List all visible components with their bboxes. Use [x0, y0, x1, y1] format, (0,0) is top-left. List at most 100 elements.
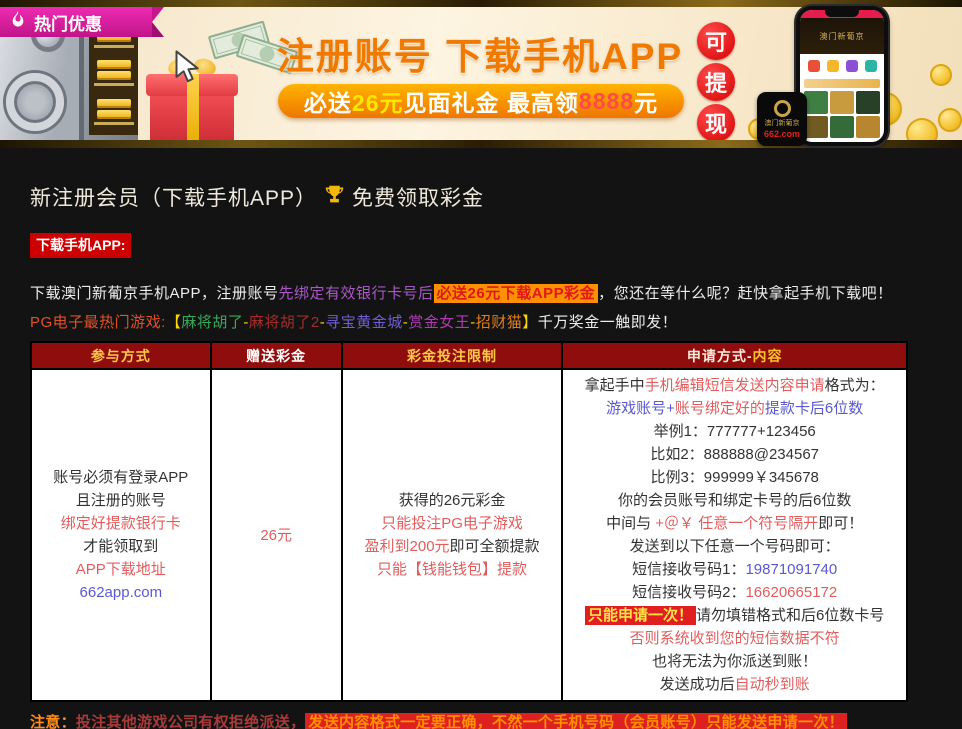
text-line: 盈利到200元即可全额提款 — [345, 535, 560, 558]
app-logo-icon: 澳门新葡京 662.com — [757, 92, 807, 146]
coin-icon — [930, 64, 952, 86]
table-header-row: 参与方式 赠送彩金 彩金投注限制 申请方式-内容 — [31, 342, 907, 369]
text-segment: 8888 — [579, 88, 634, 115]
text-segment: PG电子最热门游戏: — [30, 314, 166, 331]
text-segment: 彩金投注限制 — [407, 348, 497, 364]
header-bet-limit: 彩金投注限制 — [342, 342, 563, 369]
text-segment: 否则系统收到您的短信数据不符 — [630, 630, 840, 647]
text-segment: 赠送彩金 — [246, 348, 306, 364]
text-segment: 只能【钱能钱包】提款 — [377, 561, 527, 578]
text-segment: 拿起手中 — [585, 377, 645, 394]
text-segment: 举例1：777777+123456 — [654, 423, 816, 440]
text-segment: 获得的26元彩金 — [399, 492, 506, 509]
phone-mockup: 澳门新葡京 — [796, 6, 888, 146]
text-segment: 赏金女王 — [408, 314, 470, 331]
text-line: 比例3：999999￥345678 — [565, 466, 904, 489]
text-segment: 投注其他游戏公司有权拒绝派送， — [76, 714, 306, 729]
text-line: APP下载地址 — [34, 558, 208, 581]
cursor-icon — [170, 50, 200, 89]
participation-cell: 账号必须有登录APP 且注册的账号绑定好提款银行卡才能领取到 APP下载地址 662a… — [31, 369, 211, 701]
safe-wheel — [6, 73, 64, 131]
phone-notch — [825, 10, 859, 17]
text-segment: 元 — [634, 84, 658, 118]
text-segment: 必送26元下载APP彩金 — [434, 284, 599, 303]
text-segment: 提款卡后6位数 — [765, 400, 863, 417]
phone-game-tiles — [800, 89, 884, 142]
text-segment: 16620665172 — [745, 584, 837, 601]
trophy-icon — [324, 184, 345, 211]
text-line: 662app.com — [34, 581, 208, 604]
promo-table: 参与方式 赠送彩金 彩金投注限制 申请方式-内容 账号必须有登录APP 且注册的账… — [30, 341, 908, 702]
text-line: 绑定好提款银行卡 — [34, 512, 208, 535]
text-segment: 账号必须有登录APP — [53, 469, 188, 486]
text-segment: 游戏账号+ — [606, 400, 675, 417]
text-segment: ，您还在等什么呢？赶快拿起手机下载吧！ — [598, 285, 893, 302]
text-line: 账号必须有登录APP — [34, 466, 208, 489]
text-line: 只能申请一次！请勿填错格式和后6位数卡号 — [565, 604, 904, 627]
text-segment: 只能申请一次！ — [585, 606, 696, 625]
text-segment: 也将无法为你派送到账！ — [652, 653, 817, 670]
text-line: 中间与 +＠￥ 任意一个符号隔开即可！ — [565, 512, 904, 535]
hot-promo-ribbon[interactable]: 热门优惠 — [0, 7, 152, 37]
text-segment: 短信接收号码2： — [632, 584, 745, 601]
phone-promo-strip — [804, 79, 880, 88]
text-segment: 【 — [166, 314, 182, 331]
text-segment: 注意： — [30, 714, 76, 729]
text-segment: 】 — [522, 314, 538, 331]
promo-banner[interactable]: 注册账号 下载手机APP 必送26元见面礼金 最高领8888元 可 提 现 澳门… — [0, 0, 962, 148]
text-line: 且注册的账号 — [34, 489, 208, 512]
withdrawable-badge: 可 提 现 — [697, 22, 735, 142]
pg-games-text: PG电子最热门游戏:【麻将胡了-麻将胡了2-寻宝黄金城-赏金女王-招财猫】千万奖… — [30, 311, 962, 332]
text-segment: 先绑定有效银行卡号后 — [279, 285, 434, 302]
coin-icon — [938, 108, 962, 132]
text-segment: 发送到以下任意一个号码即可： — [630, 538, 840, 555]
text-line: 否则系统收到您的短信数据不符 — [565, 627, 904, 650]
text-line: 也将无法为你派送到账！ — [565, 650, 904, 673]
text-segment: 即可全额提款 — [450, 538, 540, 555]
bet-limit-cell: 获得的26元彩金只能投注PG电子游戏盈利到200元即可全额提款只能【钱能钱包】提… — [342, 369, 563, 701]
text-line: 你的会员账号和绑定卡号的后6位数 — [565, 489, 904, 512]
text-segment: 26元 — [352, 84, 404, 118]
phone-app-icons — [800, 54, 884, 78]
phone-screen: 澳门新葡京 — [800, 10, 884, 142]
text-segment: APP下载地址 — [76, 561, 166, 578]
text-segment[interactable]: 662app.com — [80, 584, 163, 601]
text-segment: 手机编辑短信发送内容申请 — [645, 377, 825, 394]
text-segment: 且注册的账号 — [76, 492, 166, 509]
text-segment: 才能领取到 — [83, 538, 158, 555]
text-segment: 发送内容格式一定要正确，不然一个手机号码（会员账号）只能发送申请一次！ — [305, 713, 847, 729]
text-segment: 麻将胡了 — [181, 314, 243, 331]
text-line: 发送到以下任意一个号码即可： — [565, 535, 904, 558]
bonus-cell: 26元 — [211, 369, 342, 701]
header-participation: 参与方式 — [31, 342, 211, 369]
text-segment: 格式为： — [825, 377, 885, 394]
text-line: 游戏账号+账号绑定好的提款卡后6位数 — [565, 397, 904, 420]
text-segment: 即可！ — [818, 515, 863, 532]
text-segment: 比例3：999999￥345678 — [650, 469, 818, 486]
page-title-text: 新注册会员（下载手机APP） — [30, 182, 317, 212]
text-line: 短信接收号码2：16620665172 — [565, 581, 904, 604]
text-segment: 19871091740 — [745, 561, 837, 578]
intro-text: 下载澳门新葡京手机APP，注册账号先绑定有效银行卡号后必送26元下载APP彩金，… — [30, 282, 962, 303]
text-line: 才能领取到 — [34, 535, 208, 558]
text-line: 比如2：888888@234567 — [565, 443, 904, 466]
text-line: 举例1：777777+123456 — [565, 420, 904, 443]
text-segment: 26元 — [260, 527, 292, 544]
text-segment: 寻宝黄金城 — [325, 314, 403, 331]
page-title-suffix: 免费领取彩金 — [352, 182, 484, 212]
table-body-row: 账号必须有登录APP 且注册的账号绑定好提款银行卡才能领取到 APP下载地址 662a… — [31, 369, 907, 701]
notice-line-1: 注意：投注其他游戏公司有权拒绝派送，发送内容格式一定要正确，不然一个手机号码（会… — [30, 713, 962, 729]
text-line: 短信接收号码1：19871091740 — [565, 558, 904, 581]
header-bonus: 赠送彩金 — [211, 342, 342, 369]
text-line: 发送成功后自动秒到账 — [565, 673, 904, 696]
text-segment: 必送 — [304, 84, 352, 118]
header-apply-method: 申请方式-内容 — [562, 342, 907, 369]
text-segment: 自动秒到账 — [735, 676, 810, 693]
text-segment: 只能投注PG电子游戏 — [381, 515, 523, 532]
text-segment: 绑定好提款银行卡 — [61, 515, 181, 532]
app-logo-name: 澳门新葡京 — [765, 118, 800, 128]
text-line: 只能投注PG电子游戏 — [345, 512, 560, 535]
text-line: 获得的26元彩金 — [345, 489, 560, 512]
text-segment: 比如2：888888@234567 — [650, 446, 819, 463]
apply-method-cell: 拿起手中手机编辑短信发送内容申请格式为： 游戏账号+账号绑定好的提款卡后6位数举例… — [562, 369, 907, 701]
